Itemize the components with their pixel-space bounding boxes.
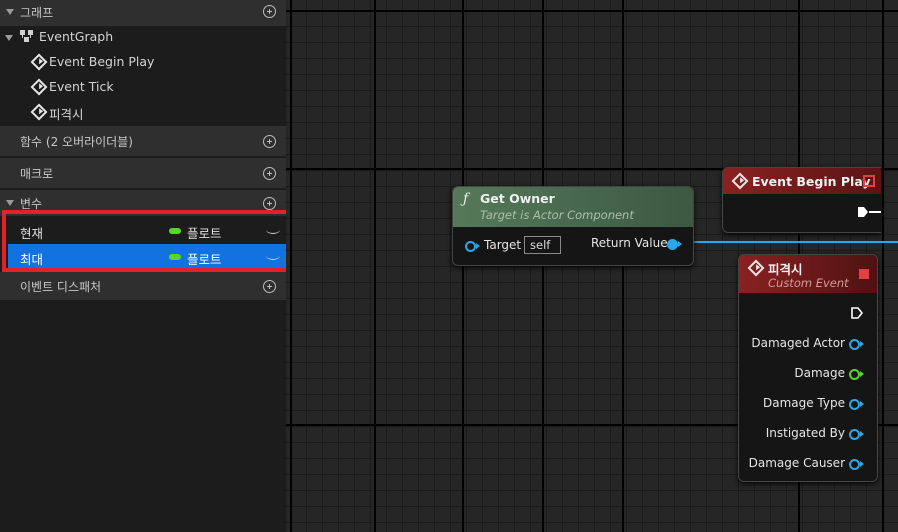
damage-type-pin[interactable] — [849, 399, 860, 410]
pin-arrow-icon — [860, 461, 864, 467]
my-blueprint-panel: 그래프 EventGraph Event Begin Play Event Ti… — [0, 0, 292, 532]
exec-wire — [869, 211, 881, 213]
wire-return-value — [678, 241, 898, 243]
add-variable-button[interactable] — [263, 197, 276, 210]
event-icon — [731, 172, 749, 190]
add-macro-button[interactable] — [263, 167, 276, 180]
tree-item-label: Event Begin Play — [49, 54, 155, 69]
event-icon — [747, 259, 765, 277]
section-functions-label: 함수 (2 오버라이더블) — [20, 135, 133, 149]
tree-item-event-tick[interactable]: Event Tick — [0, 75, 286, 99]
section-functions[interactable]: 함수 (2 오버라이더블) — [0, 126, 286, 156]
tree-item-on-damaged[interactable]: 피격시 — [0, 100, 286, 124]
instigated-by-label: Instigated By — [765, 426, 845, 440]
graph-canvas[interactable]: ƒ Get Owner Target is Actor Component Ta… — [286, 0, 898, 532]
add-dispatcher-button[interactable] — [263, 280, 276, 293]
exec-out-pin[interactable] — [851, 307, 863, 319]
target-pin[interactable] — [465, 241, 476, 252]
pin-arrow-icon — [476, 243, 480, 249]
pin-arrow-icon — [860, 431, 864, 437]
event-icon — [30, 53, 48, 71]
tree-item-label: EventGraph — [39, 29, 114, 44]
node-get-owner[interactable]: ƒ Get Owner Target is Actor Component Ta… — [452, 186, 694, 266]
event-icon — [30, 103, 48, 121]
target-self-field[interactable]: self — [524, 236, 561, 254]
selection-highlight-box — [2, 210, 292, 272]
tree-item-label: Event Tick — [49, 79, 114, 94]
exec-out-pin[interactable] — [857, 206, 869, 218]
damaged-actor-pin[interactable] — [849, 339, 860, 350]
section-macros[interactable]: 매크로 — [0, 158, 286, 188]
damage-label: Damage — [794, 366, 845, 380]
event-icon — [30, 78, 48, 96]
function-icon: ƒ — [463, 191, 469, 207]
instigated-by-pin[interactable] — [849, 429, 860, 440]
damage-pin[interactable] — [849, 369, 860, 380]
add-function-button[interactable] — [263, 135, 276, 148]
pin-arrow-icon — [860, 401, 864, 407]
delegate-pin[interactable] — [863, 175, 875, 187]
node-on-damaged[interactable]: 피격시 Custom Event Damaged Actor Damage Da… — [738, 254, 878, 482]
collapse-triangle-icon[interactable] — [6, 9, 14, 15]
damage-type-label: Damage Type — [762, 396, 845, 410]
add-graph-button[interactable] — [263, 5, 276, 18]
damage-causer-pin[interactable] — [849, 459, 860, 470]
return-value-pin[interactable] — [667, 239, 678, 250]
tree-item-eventgraph[interactable]: EventGraph — [0, 25, 286, 49]
delegate-pin[interactable] — [859, 269, 869, 279]
node-subtitle: Target is Actor Component — [480, 208, 634, 222]
target-label: Target — [484, 238, 522, 252]
damage-causer-label: Damage Causer — [748, 456, 845, 470]
section-event-dispatchers[interactable]: 이벤트 디스패처 — [0, 272, 286, 300]
pin-arrow-icon — [678, 241, 682, 247]
node-title: Get Owner — [480, 191, 555, 206]
node-title: Event Begin Play — [752, 174, 871, 189]
damaged-actor-label: Damaged Actor — [751, 336, 845, 350]
node-header: 피격시 Custom Event — [739, 255, 877, 293]
return-value-label: Return Value — [591, 236, 668, 250]
section-macros-label: 매크로 — [20, 167, 54, 181]
section-graphs[interactable]: 그래프 — [0, 0, 286, 26]
tree-item-event-begin-play[interactable]: Event Begin Play — [0, 50, 286, 74]
node-subtitle: Custom Event — [768, 276, 849, 290]
node-header: Event Begin Play — [723, 168, 881, 194]
event-graph-icon — [20, 30, 34, 43]
section-dispatchers-label: 이벤트 디스패처 — [20, 280, 102, 294]
node-header: ƒ Get Owner Target is Actor Component — [453, 187, 693, 227]
node-event-begin-play[interactable]: Event Begin Play — [722, 167, 881, 233]
section-graphs-label: 그래프 — [20, 6, 54, 20]
pin-arrow-icon — [860, 371, 864, 377]
collapse-triangle-icon[interactable] — [5, 35, 13, 41]
tree-item-label: 피격시 — [49, 107, 84, 122]
pin-arrow-icon — [860, 341, 864, 347]
collapse-triangle-icon[interactable] — [6, 200, 14, 206]
